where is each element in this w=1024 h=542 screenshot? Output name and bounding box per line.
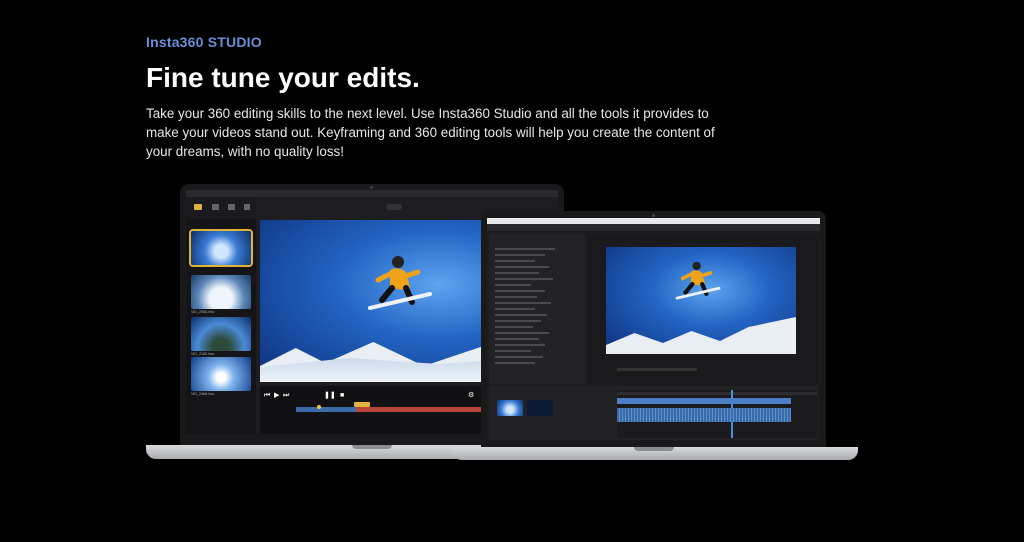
sequence-timeline[interactable] <box>617 390 817 438</box>
project-clip-thumbnail-2[interactable] <box>527 400 553 416</box>
audio-waveform[interactable] <box>617 408 791 422</box>
laptop-left-opening <box>352 445 392 449</box>
effect-controls-panel <box>489 234 585 384</box>
pause-icon[interactable]: ❚❚ <box>324 392 336 399</box>
description: Take your 360 editing skills to the next… <box>146 106 715 159</box>
import-icon[interactable] <box>212 204 219 210</box>
project-clip-thumbnail-1[interactable] <box>497 400 523 416</box>
media-thumbnail-4[interactable] <box>191 357 251 391</box>
folder-icon[interactable] <box>194 204 202 210</box>
keyframe-marker[interactable] <box>354 402 370 407</box>
media-label-2: VID_2068.insv <box>191 310 215 314</box>
snowboarder-figure <box>368 256 432 310</box>
eyebrow-label: Insta360 STUDIO <box>146 34 262 50</box>
camera-dot <box>652 214 655 217</box>
media-thumbnail-1[interactable] <box>189 229 253 267</box>
media-library-panel: VID_2068.insv VID_2165.insv VID_2468.ins… <box>186 197 256 434</box>
camera-dot <box>370 186 373 189</box>
skip-back-icon[interactable]: ⏮ <box>264 392 270 399</box>
media-label-4: VID_2468.insv <box>191 392 215 396</box>
video-editor-screen <box>487 218 820 440</box>
timeline-played <box>296 407 356 412</box>
grid-icon[interactable] <box>244 204 250 210</box>
editor-title-bar <box>487 224 820 231</box>
program-scrubber[interactable] <box>617 368 697 371</box>
export-icon[interactable] <box>228 204 235 210</box>
stop-icon[interactable]: ■ <box>340 392 344 399</box>
settings-icon[interactable]: ⚙ <box>468 392 474 399</box>
view-toggle[interactable] <box>386 204 402 210</box>
keyframe-dot[interactable] <box>317 405 321 409</box>
timeline-ruler <box>617 392 817 395</box>
media-thumbnail-2[interactable] <box>191 275 251 309</box>
program-video-frame[interactable] <box>606 247 796 354</box>
media-thumbnail-3[interactable] <box>191 317 251 351</box>
play-icon[interactable]: ▶ <box>274 392 279 399</box>
library-toolbar <box>186 197 256 219</box>
app-menu-bar <box>186 190 558 197</box>
media-label-3: VID_2165.insv <box>191 352 215 356</box>
laptop-right-opening <box>634 447 674 451</box>
headline: Fine tune your edits. <box>146 62 420 93</box>
skip-forward-icon[interactable]: ⏭ <box>283 392 289 399</box>
video-clip[interactable] <box>617 398 791 404</box>
